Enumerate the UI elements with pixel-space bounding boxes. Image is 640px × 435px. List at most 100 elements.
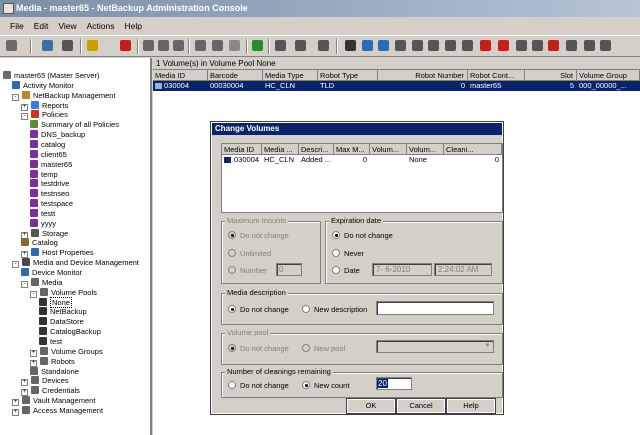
toolbar-copy-icon[interactable] [158, 40, 169, 51]
toolbar-freeze-icon[interactable] [516, 40, 527, 51]
collapse-icon[interactable]: - [21, 113, 28, 121]
tree-item[interactable]: + Volume Groups [30, 346, 103, 357]
help-button[interactable]: Help [446, 398, 496, 414]
toolbar-inventory-icon[interactable] [295, 40, 306, 51]
toolbar-filter-icon[interactable] [212, 40, 223, 51]
toolbar-robot-icon[interactable] [275, 40, 286, 51]
tree-item[interactable]: Device Monitor [21, 268, 82, 278]
tree-item[interactable]: + Host Properties [21, 248, 94, 259]
toolbar-help-icon[interactable] [548, 40, 559, 51]
toolbar-volume-icon[interactable] [345, 40, 356, 51]
tree-item[interactable]: Summary of all Policies [30, 120, 119, 130]
collapse-icon[interactable]: - [12, 261, 19, 269]
column-header[interactable]: Barcode [208, 70, 263, 81]
tree-item[interactable]: DNS_backup [30, 130, 85, 140]
tree-item[interactable]: client65 [30, 149, 67, 160]
toolbar-erase-icon[interactable] [445, 40, 456, 51]
table-row[interactable]: 030004 00030004 HC_CLN TLD 0 master65 5 000_000… [153, 81, 640, 91]
tree-item[interactable]: + Reports [21, 100, 68, 111]
toolbar-move-icon[interactable] [362, 40, 373, 51]
toolbar-config-icon[interactable] [318, 40, 329, 51]
collapse-icon[interactable]: - [12, 93, 19, 101]
toolbar-label-icon[interactable] [395, 40, 406, 51]
dialog-column-header[interactable]: Cleani... [444, 144, 502, 155]
collapse-icon[interactable]: - [21, 280, 28, 288]
expiration-date-picker[interactable]: 7- 6-2010 [372, 263, 432, 276]
toolbar-cut-icon[interactable] [143, 40, 154, 51]
tree-item[interactable]: Activity Monitor [12, 80, 74, 91]
dialog-column-header[interactable]: Volum... [407, 144, 444, 155]
max-mounts-number-field[interactable]: 0 [276, 263, 302, 276]
cleanings-do-not-change-radio[interactable] [228, 381, 236, 389]
menu-actions[interactable]: Actions [87, 21, 115, 31]
toolbar-barcode-icon[interactable] [462, 40, 473, 51]
tree-item[interactable]: testdrive [30, 179, 69, 189]
toolbar-find-icon[interactable] [195, 40, 206, 51]
dialog-column-header[interactable]: Volum... [370, 144, 407, 155]
toolbar-eject-icon[interactable] [412, 40, 423, 51]
dialog-column-header[interactable]: Media ... [262, 144, 299, 155]
menu-view[interactable]: View [58, 21, 76, 31]
tree-item[interactable]: catalog [30, 139, 65, 150]
toolbar-paste-icon[interactable] [173, 40, 184, 51]
tree-item[interactable]: test [39, 336, 62, 347]
max-mounts-number-radio[interactable] [228, 266, 236, 274]
toolbar-new-icon[interactable] [87, 40, 98, 51]
pool-new-radio[interactable] [302, 344, 310, 352]
tree-item[interactable]: - Media [21, 277, 62, 288]
media-desc-new-radio[interactable] [302, 305, 310, 313]
tree-item[interactable]: temp [30, 169, 58, 180]
tree-item[interactable]: yyyy [30, 218, 56, 229]
tree-item[interactable]: + Vault Management [12, 396, 95, 407]
pool-do-not-change-radio[interactable] [228, 344, 236, 352]
toolbar-menu-icon[interactable] [6, 40, 17, 51]
tree-item[interactable]: + Access Management [12, 405, 103, 416]
menu-edit[interactable]: Edit [34, 21, 49, 31]
expand-icon[interactable]: + [12, 408, 19, 416]
column-header[interactable]: Robot Number [378, 70, 468, 81]
dialog-column-header[interactable]: Max M... [334, 144, 370, 155]
toolbar-print-icon[interactable] [62, 40, 73, 51]
dialog-column-header[interactable]: Media ID [222, 144, 262, 155]
new-description-input[interactable] [376, 301, 494, 315]
cancel-button[interactable]: Cancel [396, 398, 446, 414]
tree-item[interactable]: - NetBackup Management [12, 90, 116, 101]
tree-item[interactable]: testnseo [30, 189, 69, 199]
tree-item[interactable]: + Storage [21, 228, 68, 239]
tree-item[interactable]: master65 [30, 159, 72, 170]
ok-button[interactable]: OK [346, 398, 396, 414]
expiration-never-radio[interactable] [332, 249, 340, 257]
tree-item[interactable]: testspace [30, 199, 73, 209]
expiration-time-picker[interactable]: 2:24:02 AM [434, 263, 492, 276]
tree-item[interactable]: + Devices [21, 376, 69, 387]
media-desc-do-not-change-radio[interactable] [228, 305, 236, 313]
toolbar-unfreeze-icon[interactable] [532, 40, 543, 51]
column-header[interactable]: Robot Type [318, 70, 378, 81]
menu-help[interactable]: Help [125, 21, 142, 31]
toolbar-inject-icon[interactable] [428, 40, 439, 51]
tree-item[interactable]: Standalone [30, 366, 79, 377]
tree-item[interactable]: master65 (Master Server) [3, 71, 99, 81]
tree-item[interactable]: testt [30, 208, 55, 219]
tree-item[interactable]: + Credentials [21, 386, 80, 397]
column-header[interactable]: Robot Cont... [468, 70, 525, 81]
tree-item[interactable]: - Policies [21, 110, 68, 121]
navigation-tree[interactable]: master65 (Master Server) Activity Monitor… [0, 58, 152, 435]
toolbar-red-icon[interactable] [480, 40, 491, 51]
column-header[interactable]: Slot [525, 70, 577, 81]
cleanings-new-count-radio[interactable] [302, 381, 310, 389]
max-mounts-unlimited-radio[interactable] [228, 249, 236, 257]
max-mounts-do-not-change-radio[interactable] [228, 231, 236, 239]
toolbar-view-icon[interactable] [42, 40, 53, 51]
toolbar-red2-icon[interactable] [498, 40, 509, 51]
tree-item[interactable]: DataStore [39, 317, 84, 327]
tree-item[interactable]: CatalogBackup [39, 327, 101, 337]
toolbar-add-icon[interactable] [378, 40, 389, 51]
toolbar-filter-clear-icon[interactable] [229, 40, 240, 51]
tree-item[interactable]: Catalog [21, 238, 58, 248]
toolbar-info-icon[interactable] [566, 40, 577, 51]
dialog-column-header[interactable]: Descri... [299, 144, 334, 155]
tree-item[interactable]: + Robots [30, 356, 75, 367]
tree-item[interactable]: None [39, 296, 72, 308]
column-header[interactable]: Media Type [263, 70, 318, 81]
